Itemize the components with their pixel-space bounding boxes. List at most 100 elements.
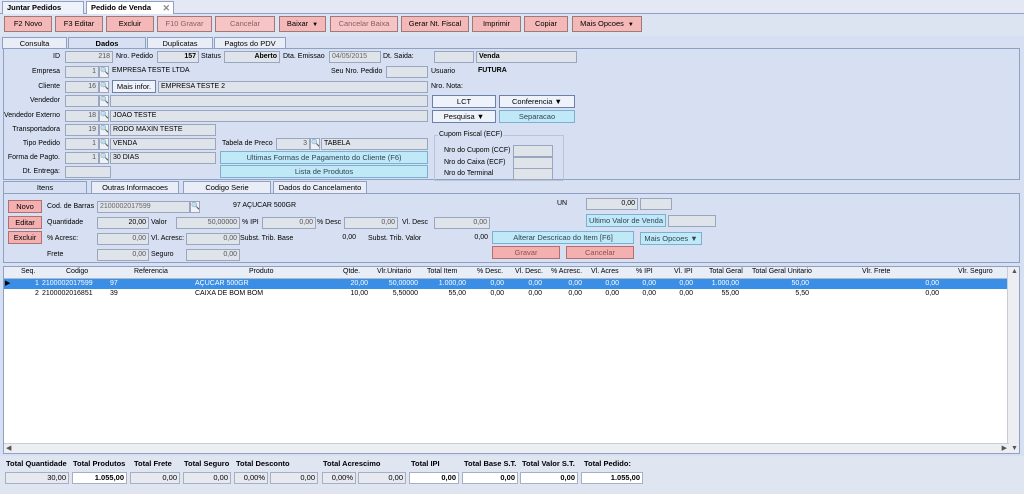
scroll-left-icon[interactable]: ◀ [6,444,11,452]
editar-button[interactable]: F3 Editar [55,16,103,32]
tab-codigo-serie[interactable]: Codigo Serie [183,181,271,193]
vertical-scrollbar[interactable]: ▲ ▼ [1007,267,1019,453]
mais-opcoes-button[interactable]: Mais Opcoes ▼ [572,16,642,32]
novo-button[interactable]: F2 Novo [4,16,52,32]
total-ipi-field: 0,00 [409,472,459,484]
item-mais-opcoes-button[interactable]: Mais Opcoes ▼ [640,232,702,245]
col-header[interactable]: Referencia [134,268,168,275]
table-row[interactable]: 2 2100002016851 39 CAIXA DE BOM BOM 10,0… [4,289,1009,299]
col-header[interactable]: Vlr. Frete [862,268,890,275]
baixar-button[interactable]: Baixar ▼ [279,16,326,32]
col-header[interactable]: Vl. Desc. [515,268,543,275]
col-header[interactable]: Produto [249,268,274,275]
col-header[interactable]: Vl. IPI [674,268,693,275]
search-icon[interactable]: 🔍 [99,81,109,93]
search-icon[interactable]: 🔍 [99,152,109,164]
cancelar-button[interactable]: Cancelar [215,16,275,32]
status-field: Aberto [224,51,280,63]
item-cancelar-button[interactable]: Cancelar [566,246,634,259]
quantidade-field[interactable]: 20,00 [97,217,149,229]
gerar-nota-fiscal-button[interactable]: Gerar Nt. Fiscal [401,16,469,32]
ultimas-formas-pagamento-button[interactable]: Ultimas Formas de Pagamento do Cliente (… [220,151,428,164]
vendedor-externo-code-field[interactable]: 18 [65,110,99,122]
mais-infor-button[interactable]: Mais infor. [112,80,156,93]
scroll-down-icon[interactable]: ▼ [1011,445,1018,452]
col-header[interactable]: Total Geral [709,268,743,275]
tabela-preco-code-field[interactable]: 3 [276,138,310,150]
item-entry-panel: Novo Editar Excluir Cod. de Barras 21000… [3,193,1020,263]
tab-outras-informacoes[interactable]: Outras Informacoes [91,181,179,193]
tab-pedido-de-venda[interactable]: Pedido de Venda ✕ [86,1,174,14]
item-excluir-button[interactable]: Excluir [8,231,42,244]
total-frete-field: 0,00 [130,472,180,484]
cancelar-baixa-button[interactable]: Cancelar Baixa [330,16,398,32]
imprimir-button[interactable]: Imprimir [472,16,521,32]
conferencia-button[interactable]: Conferencia ▼ [499,95,575,108]
search-icon[interactable]: 🔍 [99,66,109,78]
desc-pct-field[interactable]: 0,00 [344,217,398,229]
tab-itens[interactable]: Itens [3,181,87,193]
status-label: Status [201,53,221,60]
acresc-field[interactable]: 0,00 [97,233,149,245]
item-editar-button[interactable]: Editar [8,216,42,229]
search-icon[interactable]: 🔍 [310,138,320,150]
forma-pagto-code-field[interactable]: 1 [65,152,99,164]
gravar-button[interactable]: F10 Gravar [157,16,212,32]
tab-dados-cancelamento[interactable]: Dados do Cancelamento [273,181,367,193]
cell-referencia: 97 [110,280,118,287]
cod-barras-field[interactable]: 2100002017599 [97,201,190,213]
search-icon[interactable]: 🔍 [99,95,109,107]
cliente-code-field[interactable]: 16 [65,81,99,93]
transportadora-code-field[interactable]: 19 [65,124,99,136]
search-icon[interactable]: 🔍 [190,201,200,213]
col-header[interactable]: % IPI [636,268,653,275]
col-header[interactable]: Total Item [427,268,457,275]
search-icon[interactable]: 🔍 [99,110,109,122]
vl-acresc-field[interactable]: 0,00 [186,233,240,245]
col-header[interactable]: Vlr. Seguro [958,268,993,275]
lct-button[interactable]: LCT [432,95,496,108]
lista-produtos-button[interactable]: Lista de Produtos [220,165,428,178]
scroll-right-icon[interactable]: ▶ [1002,444,1007,452]
col-header[interactable]: Codigo [66,268,88,275]
col-header[interactable]: Vlr.Unitario [377,268,411,275]
seguro-field[interactable]: 0,00 [186,249,240,261]
close-icon[interactable]: ✕ [162,2,170,14]
excluir-button[interactable]: Excluir [106,16,154,32]
acresc-label: % Acresc: [47,235,79,242]
col-header[interactable]: Total Geral Unitario [752,268,812,275]
ipi-field[interactable]: 0,00 [262,217,316,229]
tab-juntar-pedidos[interactable]: Juntar Pedidos [2,1,84,14]
search-icon[interactable]: 🔍 [99,138,109,150]
vl-desc-field[interactable]: 0,00 [434,217,490,229]
copiar-button[interactable]: Copiar [524,16,568,32]
col-header[interactable]: Qtde. [343,268,360,275]
separacao-button[interactable]: Separacao [499,110,575,123]
search-icon[interactable]: 🔍 [99,124,109,136]
scroll-up-icon[interactable]: ▲ [1011,268,1018,275]
alterar-descricao-button[interactable]: Alterar Descricao do Item [F6] [492,231,634,244]
table-row[interactable]: ▶ 1 2100002017599 97 AÇUCAR 500GR 20,00 … [4,279,1009,289]
col-header[interactable]: Seq. [21,268,35,275]
pesquisa-button[interactable]: Pesquisa ▼ [432,110,496,123]
ultimo-valor-venda-button[interactable]: Ultimo Valor de Venda [586,214,666,227]
empresa-code-field[interactable]: 1 [65,66,99,78]
dt-entrega-field[interactable] [65,166,111,178]
vendedor-code-field[interactable] [65,95,99,107]
tipo-pedido-code-field[interactable]: 1 [65,138,99,150]
col-header[interactable]: % Desc. [477,268,503,275]
total-seguro-field: 0,00 [183,472,231,484]
item-novo-button[interactable]: Novo [8,200,42,213]
forma-pagto-label: Forma de Pagto. [7,154,60,161]
valor-field[interactable]: 50,00000 [176,217,240,229]
seu-nro-pedido-field[interactable] [386,66,428,78]
ultimo-valor-field [668,215,716,227]
horizontal-scrollbar[interactable]: ◀ ▶ [4,443,1009,453]
col-header[interactable]: % Acresc. [551,268,582,275]
col-header[interactable]: Vl. Acres [591,268,619,275]
dta-emissao-field[interactable]: 04/05/2015 [329,51,381,63]
dt-saida-field[interactable] [434,51,474,63]
frete-field[interactable]: 0,00 [97,249,149,261]
item-gravar-button[interactable]: Gravar [492,246,560,259]
cell-produto: CAIXA DE BOM BOM [195,290,264,297]
